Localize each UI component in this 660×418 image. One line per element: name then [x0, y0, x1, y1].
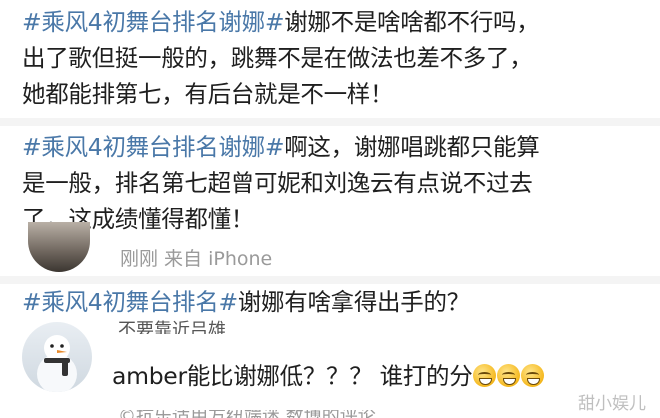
watermark: 甜小娱儿 [578, 394, 646, 414]
grin-sweat-emoji-icon [497, 364, 521, 387]
comment-text: amber能比谢娜低？？？ 谁打的分 [112, 362, 473, 390]
post-text: 啊这，谢娜唱跳都只能算 [284, 133, 540, 161]
post-1: #乘风4初舞台排名谢娜#谢娜不是啥啥都不行吗， 出了歌但挺一般的，跳舞不是在做法… [22, 4, 650, 112]
hashtag-link[interactable]: #乘风4初舞台排名谢娜# [22, 8, 285, 36]
comment-username[interactable]: 不要靠近吕雄 [118, 318, 226, 334]
post-3: #乘风4初舞台排名#谢娜有啥拿得出手的？ [22, 284, 650, 320]
comment-meta: 刚刚 来自 iPhone [120, 248, 273, 270]
grin-sweat-emoji-icon [473, 364, 497, 387]
post-text: 谢娜不是啥啥都不行吗， [284, 8, 540, 36]
divider [0, 118, 660, 126]
post-2-line-3: 了，这成绩懂得都懂！ [22, 205, 254, 233]
hashtag-link[interactable]: #乘风4初舞台排名谢娜# [22, 133, 285, 161]
bottom-partial-line: ©抗乐适用方纽端迷 数博的评论 [118, 410, 376, 418]
post-3-line-1: #乘风4初舞台排名#谢娜有啥拿得出手的？ [22, 284, 650, 320]
post-1-line-3: 她都能排第七，有后台就是不一样！ [22, 80, 394, 108]
post-2: #乘风4初舞台排名谢娜#啊这，谢娜唱跳都只能算 是一般，排名第七超曾可妮和刘逸云… [22, 129, 650, 237]
comment-2-text: amber能比谢娜低？？？ 谁打的分 [112, 358, 650, 394]
hashtag-link[interactable]: #乘风4初舞台排名# [22, 288, 238, 316]
post-1-line-2: 出了歌但挺一般的，跳舞不是在做法也差不多了， [22, 44, 533, 72]
post-2-line-2: 是一般，排名第七超曾可妮和刘逸云有点说不过去 [22, 169, 533, 197]
post-text: 谢娜有啥拿得出手的？ [237, 288, 470, 316]
grin-sweat-emoji-icon [521, 364, 545, 387]
avatar[interactable] [28, 222, 90, 272]
snowman-icon [37, 335, 77, 392]
divider [0, 276, 660, 284]
avatar[interactable] [22, 322, 92, 392]
post-1-line-1: #乘风4初舞台排名谢娜#谢娜不是啥啥都不行吗， [22, 4, 650, 40]
post-2-line-1: #乘风4初舞台排名谢娜#啊这，谢娜唱跳都只能算 [22, 129, 650, 165]
